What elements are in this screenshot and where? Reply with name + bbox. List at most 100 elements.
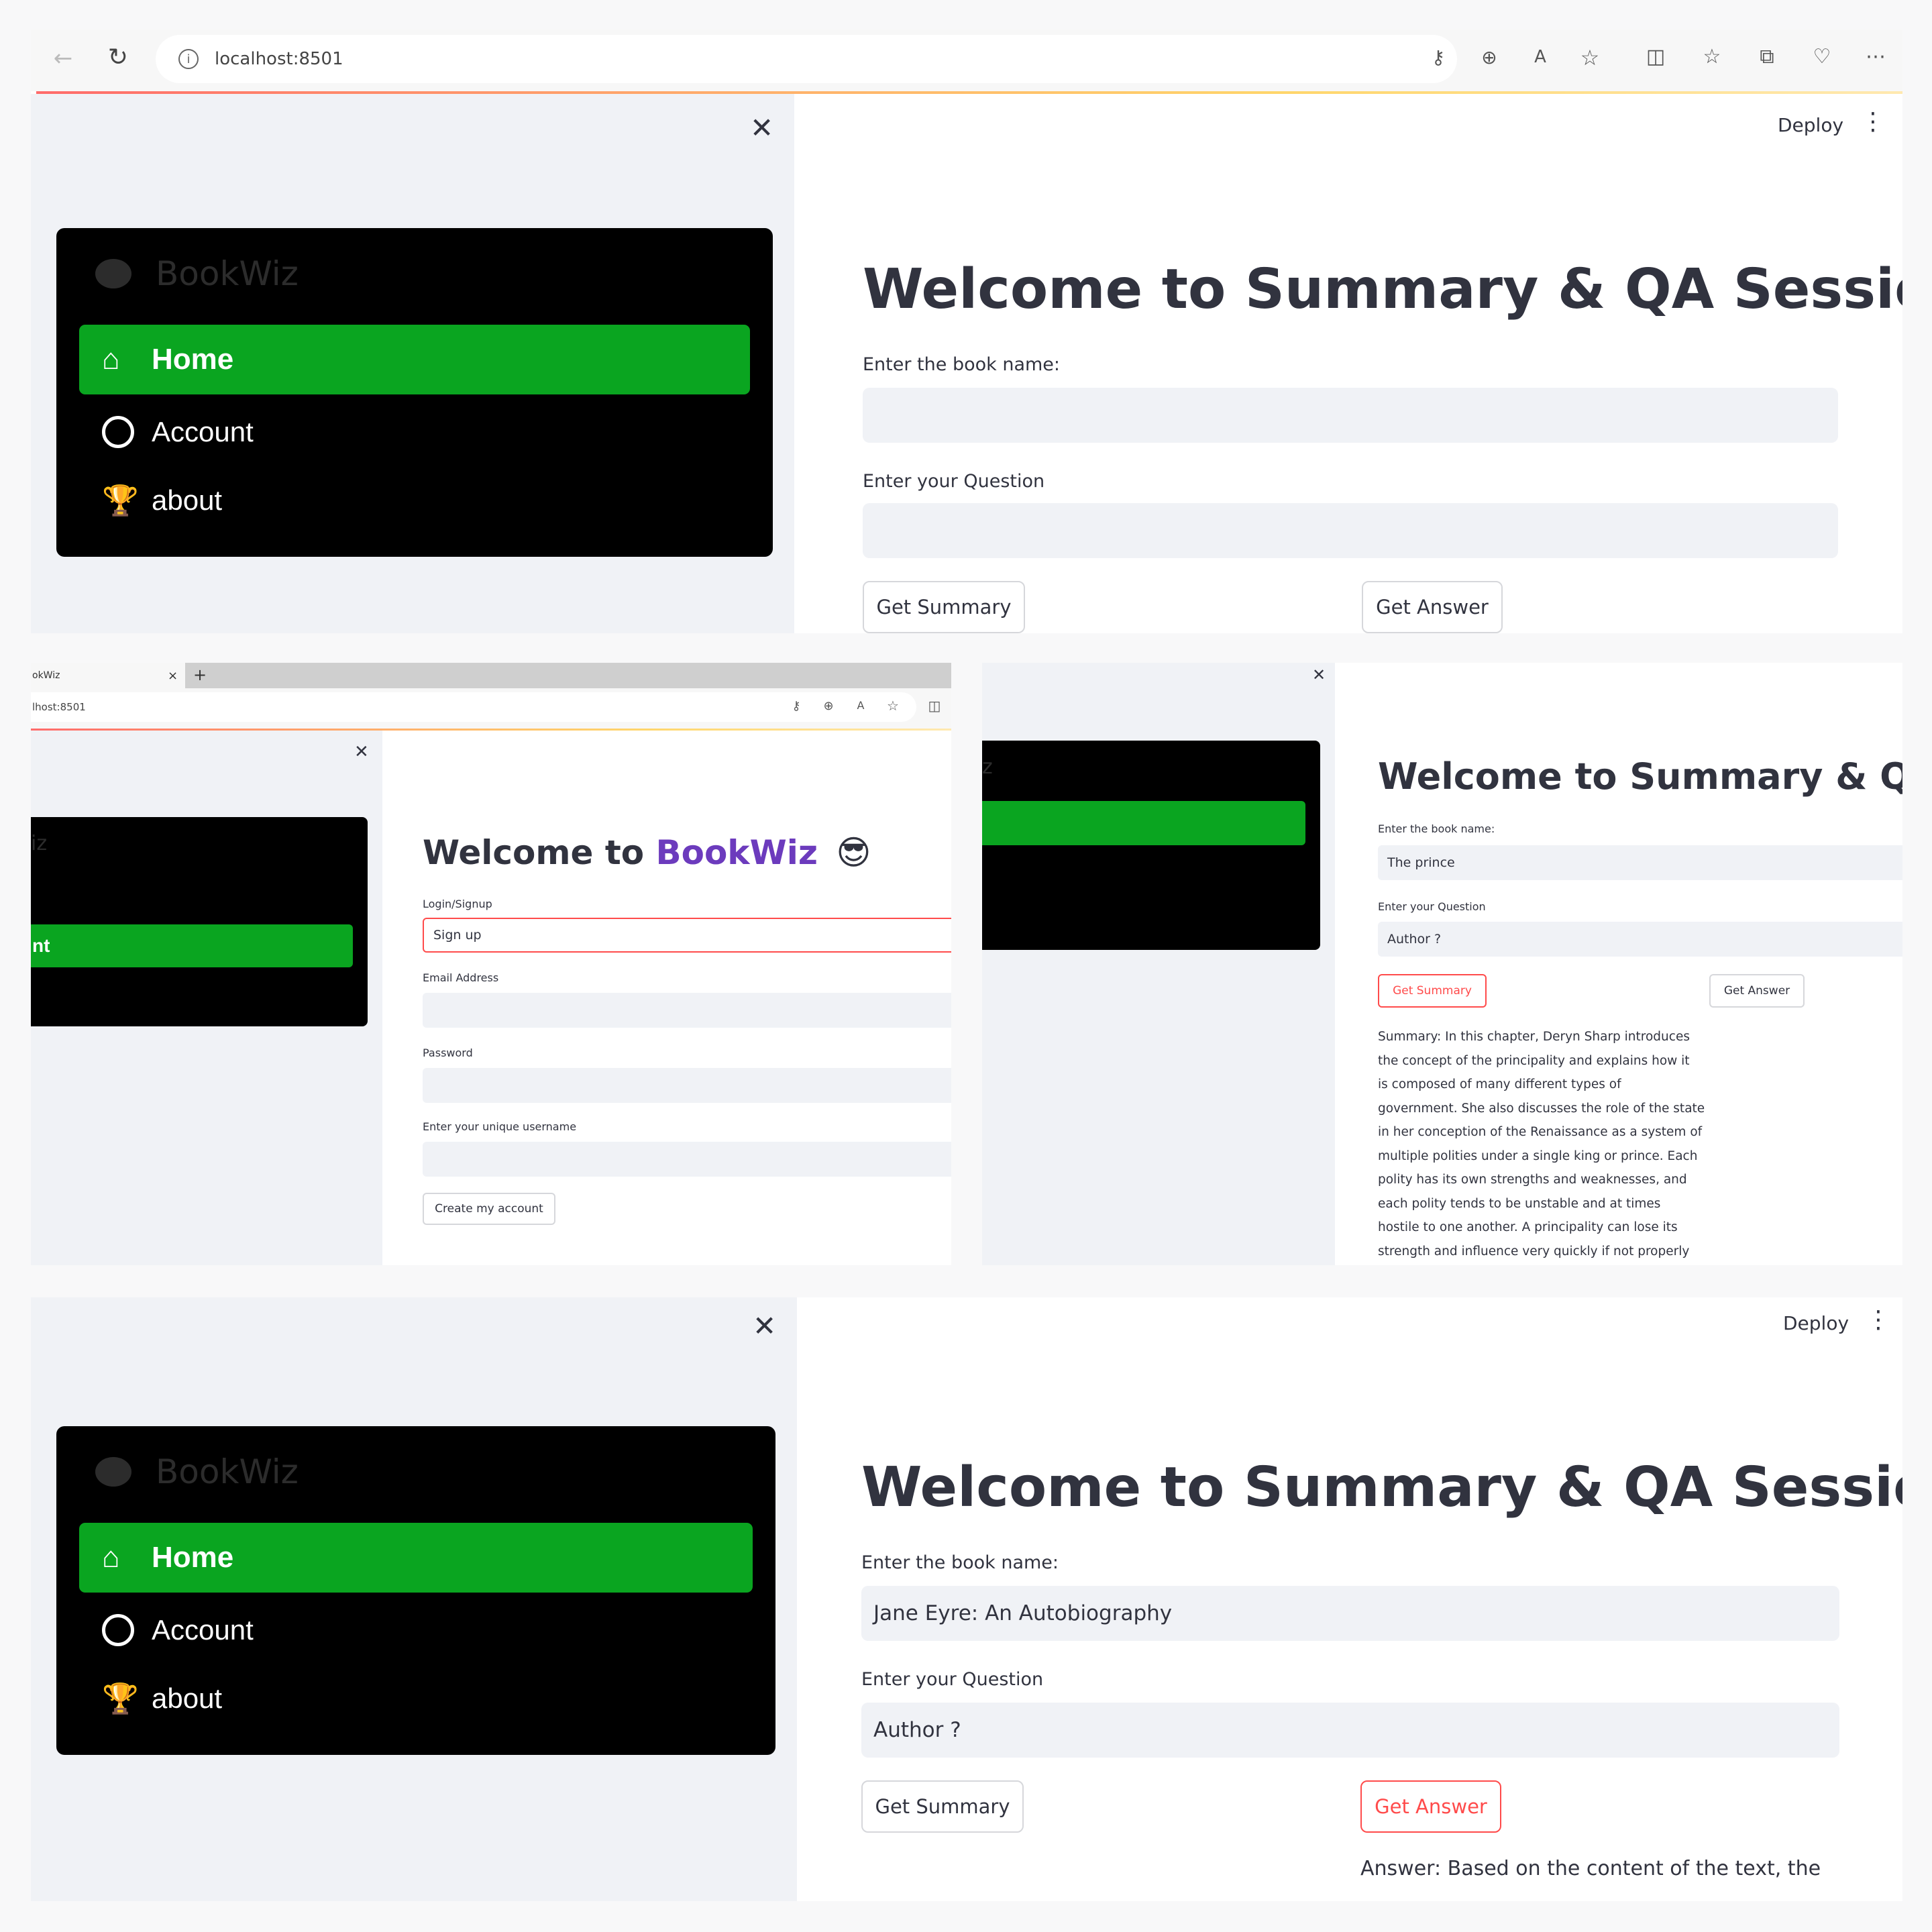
- page-title: Welcome to Summary & QA Session: [861, 1456, 1902, 1519]
- main-menu-icon[interactable]: ⋮: [1866, 1308, 1890, 1332]
- read-aloud-icon[interactable]: A: [853, 700, 868, 711]
- summary-line: the concept of the principality and expl…: [1378, 1053, 1690, 1068]
- nav-brand: iz: [31, 832, 48, 855]
- browser-tab[interactable]: okWiz ×: [31, 663, 185, 688]
- split-screen-icon[interactable]: ◫: [1642, 47, 1669, 67]
- nav-item-label: nt: [32, 935, 50, 956]
- chat-icon: [95, 259, 131, 288]
- tab-title: okWiz: [32, 670, 60, 681]
- nav-item-label: about: [152, 484, 223, 516]
- get-answer-button[interactable]: Get Answer: [1360, 1780, 1501, 1833]
- nav-item-home[interactable]: ⌂ Home: [79, 1523, 753, 1593]
- nav-item-label: Account: [152, 416, 254, 447]
- back-icon[interactable]: ←: [50, 47, 76, 70]
- nav-item-account[interactable]: Account: [79, 1598, 753, 1662]
- close-sidebar-icon[interactable]: ✕: [354, 743, 369, 761]
- question-input[interactable]: Author ?: [1378, 922, 1902, 957]
- more-icon[interactable]: ⋯: [1862, 47, 1889, 67]
- key-icon[interactable]: ⚷: [789, 700, 804, 712]
- collections-icon[interactable]: ⧉: [1754, 47, 1780, 67]
- user-circle-icon: [102, 416, 134, 448]
- get-answer-button[interactable]: Get Answer: [1709, 974, 1805, 1008]
- nav-item-account[interactable]: Account: [79, 400, 750, 464]
- email-input[interactable]: [423, 993, 951, 1028]
- trophy-icon: 🏆: [102, 1682, 139, 1715]
- nav-menu: iz nt: [31, 817, 368, 1026]
- question-input[interactable]: [863, 503, 1838, 558]
- panel-answer: ✕ BookWiz ⌂ Home Account 🏆 about Deploy …: [31, 1297, 1902, 1901]
- get-summary-button[interactable]: Get Summary: [863, 581, 1025, 633]
- summary-line: is composed of many different types of: [1378, 1077, 1621, 1091]
- close-sidebar-icon[interactable]: ✕: [750, 114, 773, 142]
- book-name-input[interactable]: [863, 388, 1838, 443]
- nav-item-label: Home: [152, 343, 234, 376]
- nav-item-label: about: [152, 1682, 223, 1714]
- user-circle-icon: [102, 1614, 134, 1646]
- health-icon[interactable]: ♡: [1809, 47, 1835, 67]
- summary-line: government. She also discusses the role …: [1378, 1101, 1705, 1116]
- zoom-icon[interactable]: ⊕: [821, 700, 836, 712]
- nav-brand-label: BookWiz: [156, 254, 299, 293]
- book-name-input[interactable]: The prince: [1378, 845, 1902, 880]
- summary-line: strength and influence very quickly if n…: [1378, 1244, 1690, 1258]
- get-summary-button[interactable]: Get Summary: [861, 1780, 1024, 1833]
- deploy-button[interactable]: Deploy: [1778, 114, 1843, 136]
- nav-brand: BookWiz: [95, 252, 299, 295]
- username-input[interactable]: [423, 1142, 951, 1177]
- summary-line: in her conception of the Renaissance as …: [1378, 1125, 1703, 1139]
- answer-text: Answer: Based on the content of the text…: [1360, 1857, 1821, 1880]
- password-input[interactable]: [423, 1068, 951, 1103]
- nav-brand-label: BookWiz: [156, 1452, 299, 1491]
- nav-item-home[interactable]: [982, 801, 1305, 845]
- close-sidebar-icon[interactable]: ✕: [753, 1312, 776, 1340]
- book-name-label: Enter the book name:: [861, 1552, 1059, 1573]
- favorites-icon[interactable]: ☆: [1699, 47, 1725, 67]
- nav-item-account[interactable]: nt: [31, 924, 353, 967]
- nav-item-about[interactable]: 🏆 about: [79, 1666, 753, 1731]
- nav-item-about[interactable]: 🏆 about: [79, 468, 750, 533]
- close-sidebar-icon[interactable]: ✕: [1312, 667, 1326, 683]
- read-aloud-icon[interactable]: A: [1527, 48, 1554, 66]
- address-text: localhost:8501: [215, 49, 343, 69]
- nav-item-label: Home: [152, 1541, 234, 1574]
- get-summary-button[interactable]: Get Summary: [1378, 974, 1487, 1008]
- login-signup-label: Login/Signup: [423, 898, 492, 910]
- get-answer-button[interactable]: Get Answer: [1362, 581, 1503, 633]
- refresh-icon[interactable]: ↻: [105, 46, 131, 70]
- create-account-button[interactable]: Create my account: [423, 1193, 555, 1225]
- nav-item-label: Account: [152, 1614, 254, 1646]
- login-signup-value: Sign up: [433, 928, 482, 943]
- deploy-button[interactable]: Deploy: [1783, 1312, 1849, 1334]
- panel-signup: okWiz × + lhost:8501 ⚷ ⊕ A ☆ ◫ ✕ iz nt W…: [31, 663, 951, 1265]
- main-menu-icon[interactable]: ⋮: [1861, 110, 1885, 134]
- trophy-icon: 🏆: [102, 484, 139, 517]
- house-icon: ⌂: [102, 1541, 120, 1574]
- page-title: Welcome to BookWiz 😎: [423, 833, 871, 872]
- question-label: Enter your Question: [863, 471, 1045, 492]
- book-name-label: Enter the book name:: [1378, 822, 1495, 835]
- question-input[interactable]: Author ?: [861, 1703, 1839, 1758]
- nav-menu: BookWiz ⌂ Home Account 🏆 about: [56, 1426, 775, 1755]
- address-bar[interactable]: i localhost:8501: [156, 35, 1457, 83]
- email-label: Email Address: [423, 971, 499, 984]
- book-name-input[interactable]: Jane Eyre: An Autobiography: [861, 1586, 1839, 1641]
- login-signup-input[interactable]: Sign up: [423, 918, 951, 953]
- favorite-star-icon[interactable]: ☆: [1578, 47, 1602, 68]
- nav-item-home[interactable]: ⌂ Home: [79, 325, 750, 394]
- chat-icon: [95, 1457, 131, 1487]
- favorite-star-icon[interactable]: ☆: [885, 699, 900, 712]
- key-icon[interactable]: ⚷: [1426, 48, 1450, 67]
- info-icon: i: [178, 49, 199, 69]
- question-label: Enter your Question: [861, 1669, 1044, 1690]
- address-bar[interactable]: lhost:8501: [31, 692, 916, 722]
- panel-summary: ✕ z Welcome to Summary & QA Se Enter the…: [982, 663, 1902, 1265]
- close-tab-icon[interactable]: ×: [168, 669, 178, 683]
- nav-brand: BookWiz: [95, 1450, 299, 1493]
- zoom-icon[interactable]: ⊕: [1477, 48, 1501, 67]
- summary-line: multiple polities under a single king or…: [1378, 1148, 1698, 1163]
- address-text: lhost:8501: [32, 701, 86, 713]
- summary-line: Summary: In this chapter, Deryn Sharp in…: [1378, 1030, 1690, 1044]
- username-label: Enter your unique username: [423, 1120, 577, 1133]
- new-tab-icon[interactable]: +: [192, 667, 208, 683]
- split-screen-icon[interactable]: ◫: [927, 699, 942, 712]
